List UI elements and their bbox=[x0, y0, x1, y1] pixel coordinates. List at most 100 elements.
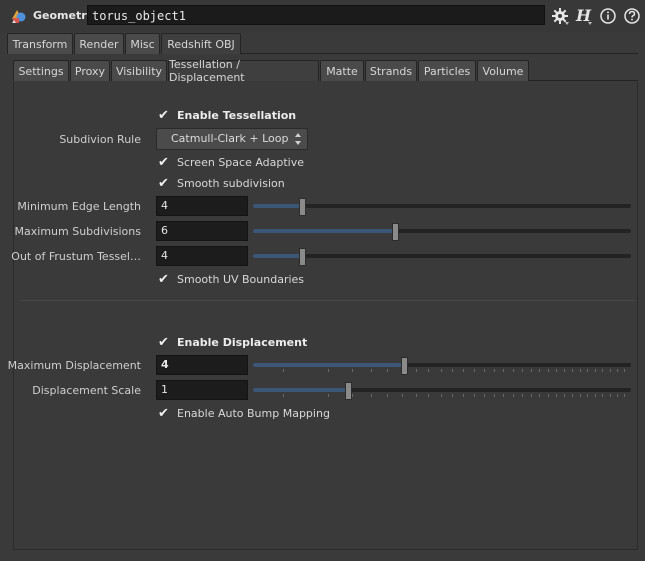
slider-tick bbox=[402, 394, 403, 397]
slider-tick bbox=[602, 369, 603, 372]
tab-label: Visibility bbox=[115, 64, 163, 78]
subdiv-rule-dropdown[interactable]: Catmull-Clark + Loop bbox=[156, 128, 308, 150]
smooth-subdivision-checkbox[interactable]: ✔ bbox=[158, 177, 171, 190]
tab-settings[interactable]: Settings bbox=[13, 60, 69, 81]
info-icon[interactable] bbox=[598, 6, 618, 26]
slider-handle[interactable] bbox=[299, 198, 306, 216]
max-subdivisions-field[interactable]: 6 bbox=[156, 221, 248, 241]
slider-tick bbox=[580, 394, 581, 397]
max-subdivisions-label: Maximum Subdivisions bbox=[14, 225, 141, 238]
tab-redshift-obj[interactable]: Redshift OBJ bbox=[161, 33, 241, 54]
slider-tick bbox=[371, 394, 372, 397]
slider-fill bbox=[253, 204, 302, 208]
min-edge-length-field[interactable]: 4 bbox=[156, 196, 248, 216]
tab-visibility[interactable]: Visibility bbox=[111, 60, 167, 81]
node-name-field[interactable]: torus_object1 bbox=[87, 5, 545, 25]
slider-handle[interactable] bbox=[299, 248, 306, 266]
slider-tick bbox=[441, 369, 442, 372]
slider-track bbox=[253, 254, 631, 258]
slider-handle[interactable] bbox=[401, 357, 408, 375]
tessellation-displacement-panel bbox=[13, 82, 638, 550]
slider-tick bbox=[428, 369, 429, 372]
slider-tick bbox=[387, 394, 388, 397]
enable-tessellation-label: Enable Tessellation bbox=[177, 109, 297, 122]
slider-tick bbox=[617, 369, 618, 372]
slider-tick bbox=[531, 369, 532, 372]
slider-tick bbox=[522, 369, 523, 372]
displacement-scale-field[interactable]: 1 bbox=[156, 380, 248, 400]
slider-tick bbox=[503, 394, 504, 397]
tab-misc[interactable]: Misc bbox=[125, 33, 160, 54]
geometry-node-icon[interactable] bbox=[10, 7, 28, 25]
slider-tick bbox=[548, 394, 549, 397]
slider-tick bbox=[416, 394, 417, 397]
tab-label: Render bbox=[79, 37, 119, 51]
slider-fill bbox=[253, 388, 348, 392]
slider-handle[interactable] bbox=[345, 382, 352, 400]
tab-volume[interactable]: Volume bbox=[477, 60, 529, 81]
slider-ticks bbox=[283, 369, 625, 372]
help-icon[interactable] bbox=[622, 6, 642, 26]
slider-tick bbox=[283, 369, 284, 372]
tab-particles[interactable]: Particles bbox=[418, 60, 476, 81]
max-subdivisions-slider[interactable] bbox=[253, 223, 631, 241]
tab-tessellation-displacement[interactable]: Tessellation / Displacement bbox=[168, 58, 319, 84]
tab-strands[interactable]: Strands bbox=[365, 60, 417, 81]
houdini-help-icon[interactable]: H bbox=[574, 6, 594, 26]
tab-label: Settings bbox=[18, 64, 64, 78]
enable-tessellation-checkbox[interactable]: ✔ bbox=[158, 109, 171, 122]
screen-space-adaptive-label: Screen Space Adaptive bbox=[177, 156, 305, 169]
displacement-scale-slider[interactable] bbox=[253, 382, 631, 400]
auto-bump-mapping-label: Enable Auto Bump Mapping bbox=[177, 407, 330, 420]
tab-transform[interactable]: Transform bbox=[7, 33, 73, 54]
enable-displacement-checkbox[interactable]: ✔ bbox=[158, 336, 171, 349]
slider-fill bbox=[253, 229, 395, 233]
slider-tick bbox=[602, 394, 603, 397]
auto-bump-mapping-checkbox[interactable]: ✔ bbox=[158, 407, 171, 420]
slider-tick bbox=[617, 394, 618, 397]
enable-displacement-label: Enable Displacement bbox=[177, 336, 308, 349]
slider-tick bbox=[328, 369, 329, 372]
slider-tick bbox=[556, 369, 557, 372]
slider-tick bbox=[441, 394, 442, 397]
tab-proxy[interactable]: Proxy bbox=[70, 60, 110, 81]
slider-tick bbox=[328, 394, 329, 397]
tab-label: Transform bbox=[12, 37, 68, 51]
slider-handle[interactable] bbox=[392, 223, 399, 241]
max-displacement-field[interactable]: 4 bbox=[156, 355, 248, 375]
subdiv-rule-value: Catmull-Clark + Loop bbox=[171, 132, 289, 145]
tab-bar-line bbox=[529, 80, 638, 81]
slider-tick bbox=[513, 394, 514, 397]
slider-tick bbox=[610, 369, 611, 372]
max-displacement-slider[interactable] bbox=[253, 357, 631, 375]
out-of-frustum-field[interactable]: 4 bbox=[156, 246, 248, 266]
tab-bar-line bbox=[241, 53, 638, 54]
slider-tick bbox=[474, 394, 475, 397]
gear-icon[interactable] bbox=[550, 6, 570, 26]
slider-tick bbox=[624, 394, 625, 397]
slider-tick bbox=[452, 369, 453, 372]
slider-tick bbox=[572, 369, 573, 372]
tab-label: Proxy bbox=[74, 64, 106, 78]
displacement-scale-label: Displacement Scale bbox=[32, 384, 141, 397]
updown-arrows-icon bbox=[294, 131, 302, 147]
slider-tick bbox=[484, 394, 485, 397]
smooth-uv-boundaries-checkbox[interactable]: ✔ bbox=[158, 273, 171, 286]
screen-space-adaptive-checkbox[interactable]: ✔ bbox=[158, 156, 171, 169]
min-edge-length-slider[interactable] bbox=[253, 198, 631, 216]
tab-label: Tessellation / Displacement bbox=[169, 58, 245, 84]
out-of-frustum-label: Out of Frustum Tessel… bbox=[11, 250, 141, 263]
slider-tick bbox=[484, 369, 485, 372]
out-of-frustum-slider[interactable] bbox=[253, 248, 631, 266]
tab-matte[interactable]: Matte bbox=[320, 60, 364, 81]
section-divider bbox=[20, 300, 635, 301]
tab-render[interactable]: Render bbox=[74, 33, 124, 54]
slider-tick bbox=[463, 394, 464, 397]
slider-track bbox=[253, 204, 631, 208]
node-type-label: Geometry bbox=[33, 9, 94, 22]
slider-tick bbox=[548, 369, 549, 372]
parameter-header: Geometry torus_object1 H bbox=[0, 0, 645, 32]
slider-tick bbox=[595, 394, 596, 397]
slider-tick bbox=[587, 394, 588, 397]
slider-fill bbox=[253, 254, 302, 258]
